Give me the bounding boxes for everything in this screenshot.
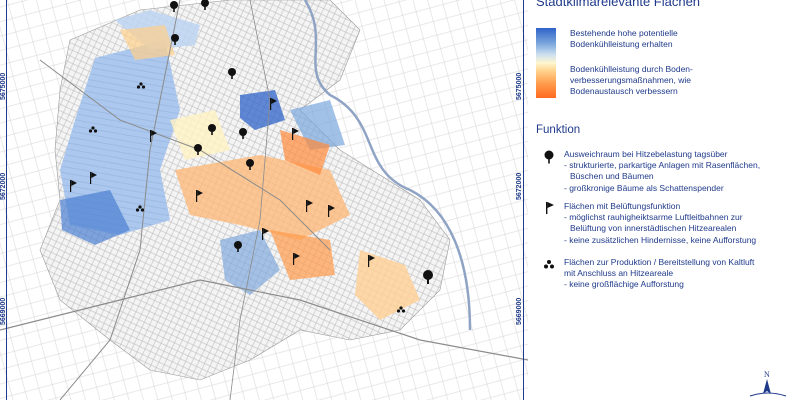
coord-label: 5675000	[0, 72, 7, 100]
gradient-bottom-line: verbesserungsmaßnahmen, wie	[570, 75, 691, 85]
function-flag-text: Flächen mit Belüftungsfunktion - möglich…	[564, 201, 794, 246]
north-arrow-icon: N	[749, 370, 787, 397]
function-section-title: Funktion	[536, 124, 581, 136]
function-line: - keine großflächige Aufforstung	[564, 279, 684, 290]
coord-label: 5669000	[0, 297, 7, 325]
cooling-gradient-swatch	[536, 28, 556, 98]
function-line: Belüftung von innerstädtischen Hitzearea…	[570, 223, 737, 234]
function-line: Flächen zur Produktion / Bereitstellung …	[564, 257, 755, 267]
function-line: - möglichst rauhigheiktsarme Luftleitbah…	[564, 212, 743, 223]
function-line: Ausweichraum bei Hitzebelastung tagsüber	[564, 149, 728, 159]
gradient-bottom-line: Bodenkühlleistung durch Boden-	[570, 64, 693, 74]
gradient-label-bottom: Bodenkühlleistung durch Boden- verbesser…	[570, 64, 790, 97]
function-line: Büschen und Bäumen	[570, 171, 654, 182]
coord-label: 5672000	[0, 172, 7, 200]
north-label: N	[764, 370, 770, 379]
legend-title: Stadtklimarelevante Flächen	[536, 0, 701, 9]
gradient-label-top: Bestehende hohe potentielle Bodenkühllei…	[570, 28, 790, 50]
gradient-bottom-line: Bodenaustausch verbessern	[570, 86, 678, 96]
map-frame-right	[523, 0, 524, 400]
function-line: - keine zusätzlichen Hindernisse, keine …	[564, 234, 757, 245]
function-line: mit Anschluss an Hitzeareale	[564, 268, 674, 279]
function-line: Flächen mit Belüftungsfunktion	[564, 201, 681, 211]
function-line: - strukturierte, parkartige Anlagen mit …	[564, 160, 761, 171]
coord-label: 5675000	[516, 72, 523, 100]
gradient-top-line: Bestehende hohe potentielle	[570, 28, 678, 38]
legend-panel: Stadtklimarelevante Flächen Bestehende h…	[528, 0, 800, 400]
function-cold-air-text: Flächen zur Produktion / Bereitstellung …	[564, 257, 794, 291]
function-line: - großkronige Bäume als Schattenspender	[564, 182, 724, 193]
tree-icon	[544, 150, 554, 164]
map-graphic	[0, 0, 528, 400]
gradient-top-line: Bodenkühlleistung erhalten	[570, 39, 673, 49]
map-canvas[interactable]: 5675000 5672000 5669000 5675000 5672000 …	[0, 0, 528, 400]
cold-air-icon	[544, 260, 554, 269]
flag-icon	[546, 202, 554, 214]
coord-label: 5669000	[516, 297, 523, 325]
coord-label: 5672000	[516, 172, 523, 200]
map-frame-left	[6, 0, 7, 400]
function-tree-text: Ausweichraum bei Hitzebelastung tagsüber…	[564, 149, 794, 194]
